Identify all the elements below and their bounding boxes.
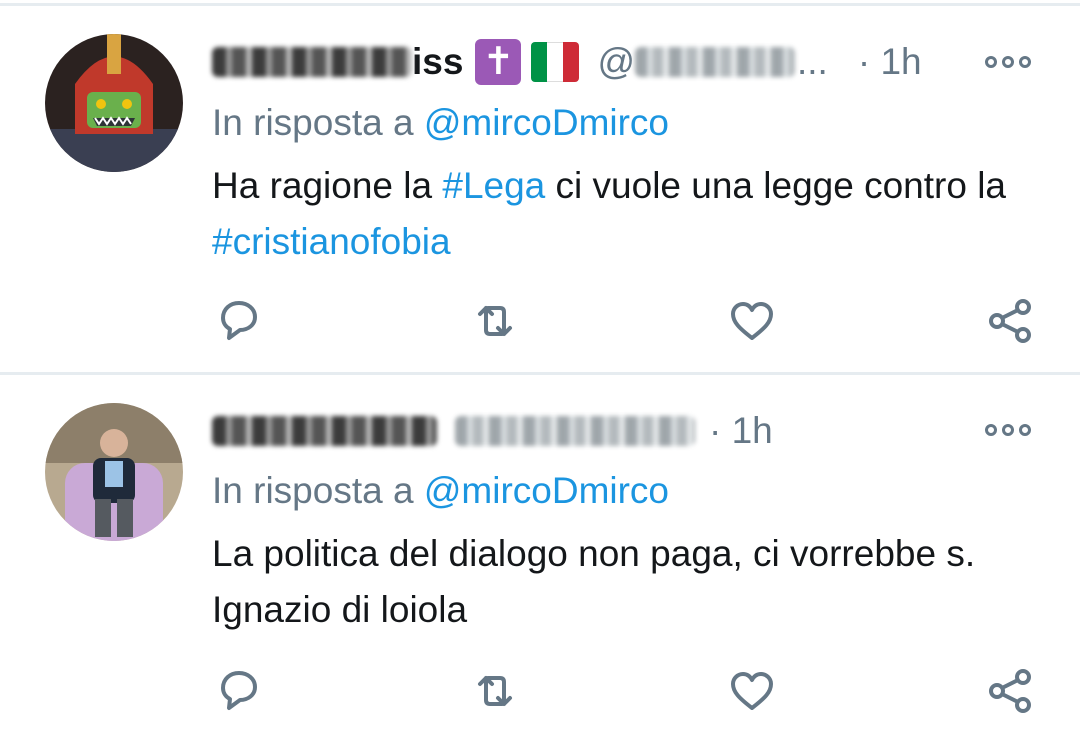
share-button[interactable] [985, 296, 1035, 346]
more-icon[interactable] [985, 52, 1031, 72]
tweet-text: La politica del dialogo non paga, ci vor… [212, 526, 1042, 638]
reply-prefix: In risposta a [212, 102, 414, 143]
tweet-header: · 1h [212, 406, 773, 456]
tweet-actions [0, 666, 1080, 716]
like-button[interactable] [727, 666, 777, 716]
tweet-text: Ha ragione la #Lega ci vuole una legge c… [212, 158, 1052, 270]
reply-mention-link[interactable]: @mircoDmirco [424, 470, 669, 511]
tweet-divider [0, 372, 1080, 375]
display-name-redacted[interactable] [212, 416, 437, 446]
hashtag-cristianofobia-link[interactable]: #cristianofobia [212, 221, 451, 262]
retweet-button[interactable] [470, 296, 520, 346]
reply-icon [221, 671, 257, 710]
avatar-image [45, 34, 183, 172]
reply-mention-link[interactable]: @mircoDmirco [424, 102, 669, 143]
tweet-text-part: ci vuole una legge contro la [555, 165, 1007, 206]
avatar[interactable] [45, 403, 183, 541]
reply-button[interactable] [213, 666, 263, 716]
reply-prefix: In risposta a [212, 470, 414, 511]
tweet-text-part: La politica del dialogo non paga, ci vor… [212, 533, 976, 630]
display-name-redacted[interactable] [212, 47, 412, 77]
avatar-image [45, 403, 183, 541]
tweet-2[interactable]: · 1h In risposta a @mircoDmirco La polit… [0, 376, 1080, 744]
hashtag-lega-link[interactable]: #Lega [442, 165, 545, 206]
share-icon [989, 669, 1031, 713]
tweet-header: iss ✝ @ ... · 1h [212, 37, 922, 87]
timestamp[interactable]: · 1h [709, 406, 773, 456]
latin-cross-emoji-icon: ✝ [475, 39, 522, 85]
handle-redacted[interactable] [635, 47, 795, 77]
handle-ellipsis: ... [797, 41, 828, 82]
share-button[interactable] [985, 666, 1035, 716]
reply-button[interactable] [213, 296, 263, 346]
avatar[interactable] [45, 34, 183, 172]
reply-to-line: In risposta a @mircoDmirco [212, 466, 669, 516]
timestamp[interactable]: · 1h [858, 37, 922, 87]
like-icon [731, 672, 773, 710]
tweet-text-part: Ha ragione la [212, 165, 433, 206]
like-icon [731, 302, 773, 340]
reply-to-line: In risposta a @mircoDmirco [212, 98, 669, 148]
handle-prefix[interactable]: @ [597, 37, 635, 87]
handle-redacted[interactable] [455, 416, 695, 446]
display-name-tail[interactable]: iss [412, 37, 463, 87]
share-icon [989, 299, 1031, 343]
retweet-icon [478, 306, 512, 336]
tweet-1[interactable]: iss ✝ @ ... · 1h In risposta a @mircoDmi… [0, 6, 1080, 374]
retweet-icon [478, 676, 512, 706]
tweet-actions [0, 296, 1080, 346]
italy-flag-icon [531, 42, 580, 82]
reply-icon [221, 301, 257, 340]
retweet-button[interactable] [470, 666, 520, 716]
more-icon[interactable] [985, 420, 1031, 440]
like-button[interactable] [727, 296, 777, 346]
